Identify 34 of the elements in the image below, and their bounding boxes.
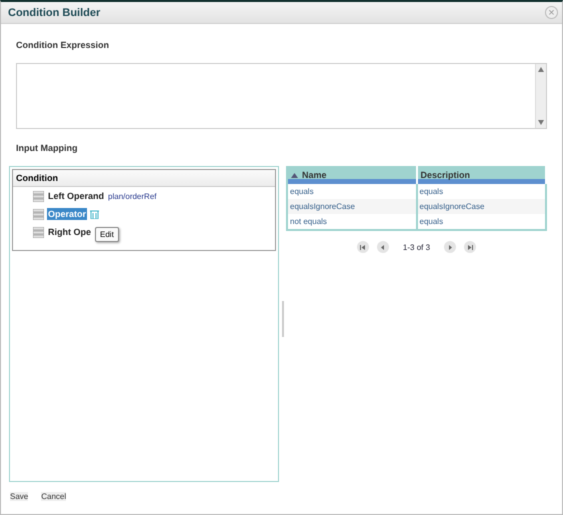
tree-heading: Condition <box>13 170 275 187</box>
previous-page-icon <box>380 244 386 250</box>
list-icon <box>33 208 44 220</box>
splitter-handle[interactable] <box>282 301 284 337</box>
tooltip: Edit <box>95 227 119 242</box>
window-title: Condition Builder <box>8 6 100 18</box>
tree-item[interactable]: Operator <box>47 208 88 220</box>
table-cell: equals <box>416 214 546 230</box>
footer-button[interactable]: Cancel <box>41 492 66 501</box>
scroll-up-icon[interactable] <box>538 67 544 72</box>
previous-page-button[interactable] <box>376 241 389 253</box>
page-count: 1-3 of 3 <box>402 242 430 252</box>
list-icon <box>33 190 44 202</box>
section-label: Input Mapping <box>16 143 78 153</box>
column-header[interactable]: Description <box>416 167 546 184</box>
first-page-icon <box>360 244 366 250</box>
list-icon <box>33 226 44 238</box>
expression-field[interactable] <box>16 63 547 129</box>
sort-icon <box>291 173 298 178</box>
scrollbar[interactable] <box>535 64 546 128</box>
table-cell: not equals <box>287 214 416 230</box>
operand-value: plan/orderRef <box>108 192 156 200</box>
tree-item[interactable]: Left Operand <box>47 190 106 202</box>
next-page-icon <box>448 244 453 250</box>
first-page-button[interactable] <box>356 241 369 253</box>
next-page-button[interactable] <box>444 241 456 253</box>
column-header[interactable]: Name <box>287 167 416 184</box>
section-label: Condition Expression <box>16 40 110 50</box>
scroll-down-icon[interactable] <box>538 120 544 125</box>
tree-item[interactable]: Right Ope <box>47 226 92 238</box>
last-page-icon <box>468 244 473 250</box>
footer-button[interactable]: Save <box>10 492 28 501</box>
edit-icon[interactable] <box>90 210 100 218</box>
last-page-button[interactable] <box>464 241 476 253</box>
